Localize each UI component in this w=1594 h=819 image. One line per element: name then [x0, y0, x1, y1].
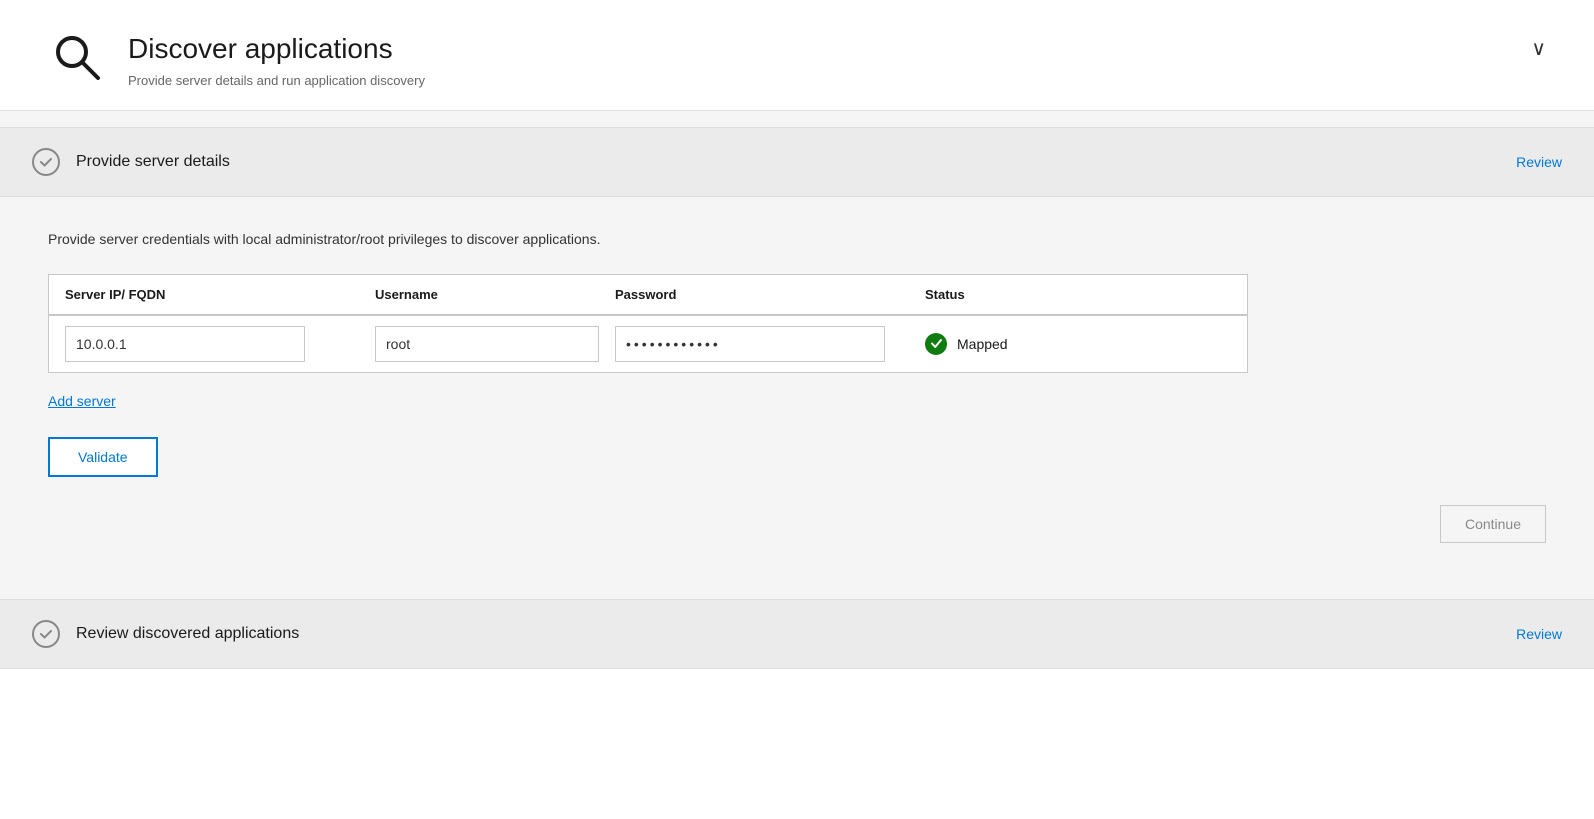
- col-header-ip: Server IP/ FQDN: [65, 287, 375, 302]
- username-input[interactable]: [375, 326, 599, 362]
- server-table: Server IP/ FQDN Username Password Status: [48, 274, 1248, 373]
- continue-area: Continue: [48, 505, 1546, 543]
- status-text: Mapped: [957, 336, 1008, 352]
- mapped-check-icon: [925, 333, 947, 355]
- col-header-username: Username: [375, 287, 615, 302]
- add-server-link[interactable]: Add server: [48, 393, 116, 409]
- page-title: Discover applications: [128, 32, 425, 66]
- validate-button[interactable]: Validate: [48, 437, 158, 477]
- table-row: Mapped: [49, 316, 1247, 372]
- table-header-row: Server IP/ FQDN Username Password Status: [49, 275, 1247, 316]
- search-icon: [48, 28, 108, 88]
- page-subtitle: Provide server details and run applicati…: [128, 72, 425, 90]
- header-text: Discover applications Provide server det…: [128, 28, 425, 90]
- step2-check-icon: [32, 620, 60, 648]
- step1-title: Provide server details: [76, 153, 230, 171]
- step2-review-link[interactable]: Review: [1516, 626, 1562, 642]
- step1-header: Provide server details Review: [0, 127, 1594, 197]
- step2-header: Review discovered applications Review: [0, 599, 1594, 669]
- step1-header-left: Provide server details: [32, 148, 230, 176]
- step1-body: Provide server credentials with local ad…: [0, 197, 1594, 583]
- validate-button-container: Validate: [48, 437, 1546, 477]
- cell-status: Mapped: [925, 333, 1231, 355]
- header-left: Discover applications Provide server det…: [48, 28, 425, 90]
- header-section: Discover applications Provide server det…: [0, 0, 1594, 111]
- server-ip-input[interactable]: [65, 326, 305, 362]
- step1-review-link[interactable]: Review: [1516, 154, 1562, 170]
- steps-wrapper: Provide server details Review Provide se…: [0, 111, 1594, 669]
- cell-ip: [65, 326, 375, 362]
- step1-description: Provide server credentials with local ad…: [48, 229, 1546, 250]
- collapse-icon[interactable]: ∨: [1531, 28, 1546, 61]
- cell-username: [375, 326, 615, 362]
- step1-check-icon: [32, 148, 60, 176]
- step2-header-left: Review discovered applications: [32, 620, 299, 648]
- step2-title: Review discovered applications: [76, 625, 299, 643]
- password-input[interactable]: [615, 326, 885, 362]
- page-container: Discover applications Provide server det…: [0, 0, 1594, 669]
- col-header-status: Status: [925, 287, 1231, 302]
- cell-password: [615, 326, 925, 362]
- col-header-password: Password: [615, 287, 925, 302]
- continue-button[interactable]: Continue: [1440, 505, 1546, 543]
